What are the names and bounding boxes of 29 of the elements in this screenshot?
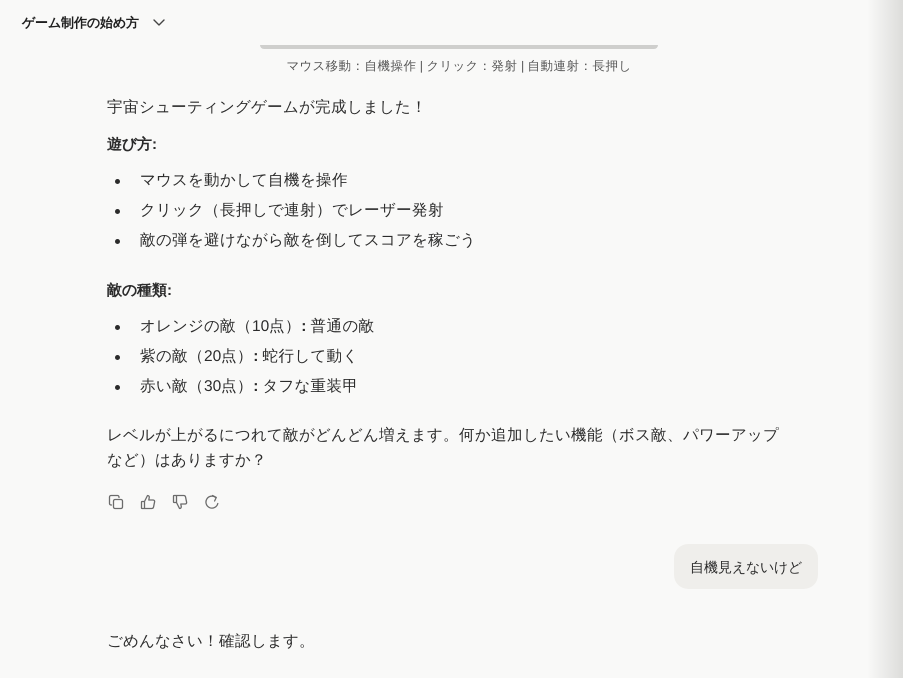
section-heading: 敵の種類: [107, 281, 173, 301]
like-button[interactable] [139, 493, 157, 511]
bullet-icon [115, 324, 120, 330]
list-item-text: クリック（長押しで連射）でレーザー発射 [140, 201, 444, 221]
bullet-icon [115, 384, 120, 390]
preview-caption: マウス移動：自機操作 | クリック：発射 | 自動連射：長押し [286, 58, 632, 74]
copy-icon [108, 494, 124, 510]
retry-icon [204, 494, 220, 510]
message-text: レベルが上がるにつれて敵がどんどん増えます。何か追加したい機能（ボス敵、パワーアップなど）はありますか？ [107, 426, 780, 471]
section-heading: 遊び方: [107, 135, 158, 155]
list-item-text: 赤い敵（30点）: タフな重装甲 [140, 377, 359, 397]
user-message: 自機見えないけど [674, 544, 818, 589]
bullet-icon [115, 208, 120, 214]
thumbs-up-icon [140, 494, 156, 510]
copy-button[interactable] [107, 493, 125, 511]
retry-button[interactable] [203, 493, 221, 511]
message-text: ごめんなさい！確認します。 [107, 632, 316, 652]
thumbs-down-icon [172, 494, 188, 510]
bullet-icon [115, 354, 120, 360]
list-item-text: マウスを動かして自機を操作 [140, 171, 348, 191]
list-item-text: 紫の敵（20点）: 蛇行して動く [140, 347, 359, 367]
list-item-text: 敵の弾を避けながら敵を倒してスコアを稼ごう [140, 231, 476, 251]
dislike-button[interactable] [171, 493, 189, 511]
message-text: 宇宙シューティングゲームが完成しました！ [107, 98, 428, 118]
list-item-text: オレンジの敵（10点）: 普通の敵 [140, 316, 375, 337]
chevron-down-icon [153, 19, 165, 26]
bullet-icon [115, 178, 120, 184]
bullet-icon [115, 238, 120, 244]
title-dropdown[interactable]: ゲーム制作の始め方 [22, 14, 165, 32]
